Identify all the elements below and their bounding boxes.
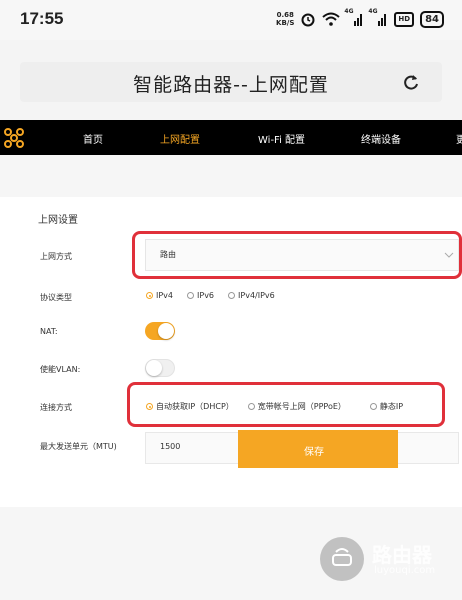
nav-item-home[interactable]: 首页 <box>83 131 103 146</box>
clock: 17:55 <box>20 9 64 28</box>
vlan-label: 使能VLAN: <box>40 365 81 374</box>
status-icons: 0.68 KB/S 4G 4G HD 84 <box>276 8 444 30</box>
watermark: 路由器 luyouqi.com <box>320 535 460 585</box>
battery-icon: 84 <box>420 10 444 28</box>
signal-label: 4G <box>344 8 354 15</box>
unicom-logo-icon <box>4 128 24 148</box>
protocol-option-label: IPv4/IPv6 <box>238 291 275 300</box>
net-speed: 0.68 KB/S <box>276 11 294 27</box>
radio-icon <box>187 292 195 299</box>
net-speed-unit: KB/S <box>276 19 295 27</box>
page-title: 智能路由器--上网配置 <box>133 74 329 96</box>
nav-item-wifi-config[interactable]: Wi-Fi 配置 <box>258 131 305 146</box>
protocol-option-dual[interactable]: IPv4/IPv6 <box>228 291 275 300</box>
access-mode-label: 上网方式 <box>40 252 72 261</box>
signal-icon: 4G <box>344 8 364 27</box>
browser-title-bar: 智能路由器--上网配置 <box>20 62 442 102</box>
page-spacer <box>0 155 462 197</box>
nav-item-more[interactable]: 更 <box>456 131 462 146</box>
radio-checked-icon <box>146 292 153 299</box>
status-bar: 17:55 0.68 KB/S 4G 4G HD 84 <box>0 0 462 40</box>
protocol-option-label: IPv4 <box>156 291 174 300</box>
protocol-options: IPv4 IPv6 IPv4/IPv6 <box>146 291 275 300</box>
save-button[interactable]: 保存 <box>238 430 398 468</box>
net-speed-value: 0.68 <box>276 11 294 19</box>
wifi-icon <box>322 12 341 26</box>
highlight-access-mode <box>132 231 462 279</box>
section-title: 上网设置 <box>38 215 78 226</box>
top-nav: 首页 上网配置 Wi-Fi 配置 终端设备 更 <box>0 120 462 155</box>
vlan-toggle[interactable] <box>145 359 175 377</box>
radio-icon <box>228 292 236 299</box>
nav-item-internet-config[interactable]: 上网配置 <box>160 131 200 146</box>
protocol-label: 协议类型 <box>40 293 72 302</box>
nat-toggle[interactable] <box>145 322 175 340</box>
nav-item-terminal-devices[interactable]: 终端设备 <box>361 131 401 146</box>
protocol-option-ipv4[interactable]: IPv4 <box>146 291 173 300</box>
mtu-label: 最大发送单元（MTU) <box>40 442 117 451</box>
highlight-connection-mode <box>127 382 445 427</box>
signal-icon: 4G <box>368 8 388 27</box>
router-admin-page: 首页 上网配置 Wi-Fi 配置 终端设备 更 上网设置 上网方式 路由 协议类… <box>0 120 462 600</box>
connection-label: 连接方式 <box>40 403 72 412</box>
hd-icon: HD <box>394 11 415 27</box>
protocol-option-ipv6[interactable]: IPv6 <box>187 291 214 300</box>
reload-icon[interactable] <box>402 73 420 91</box>
toggle-knob <box>146 360 162 376</box>
watermark-text: 路由器 <box>372 543 432 567</box>
toggle-knob <box>158 323 174 339</box>
watermark-subtext: luyouqi.com <box>374 565 436 576</box>
mtu-value: 1500 <box>160 442 181 451</box>
protocol-option-label: IPv6 <box>197 291 215 300</box>
nat-label: NAT: <box>40 327 58 336</box>
save-button-label: 保存 <box>304 447 324 458</box>
signal-label: 4G <box>368 8 378 15</box>
router-logo-icon <box>320 537 364 581</box>
alarm-icon <box>301 13 315 27</box>
